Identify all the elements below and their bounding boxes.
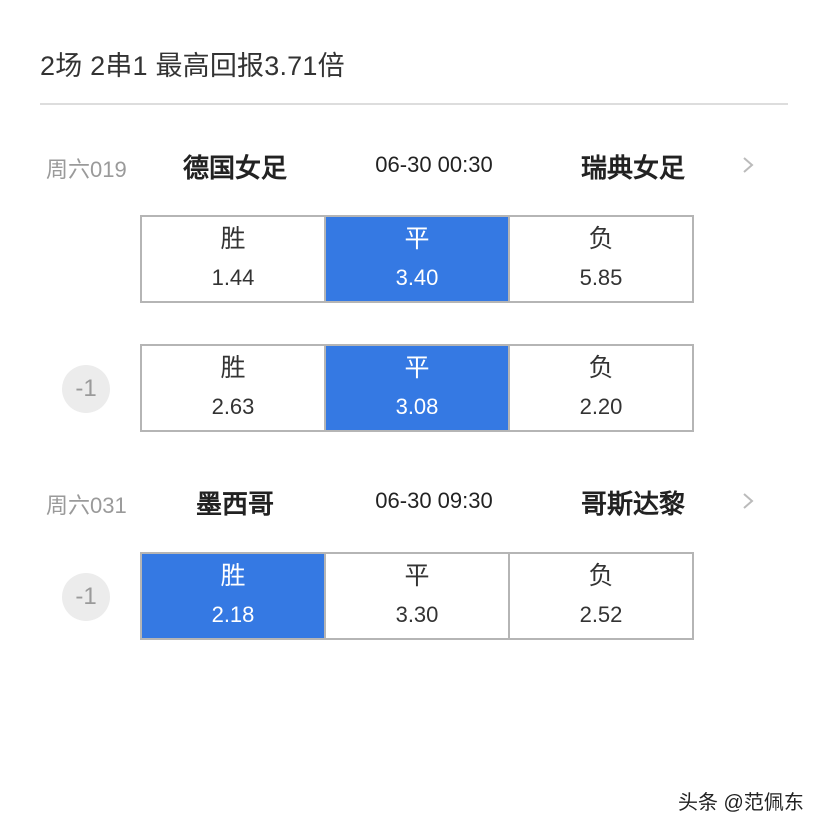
odds-option-win[interactable]: 胜 1.44 xyxy=(142,217,326,301)
odds-option-draw[interactable]: 平 3.08 xyxy=(326,346,510,430)
odds-value: 2.52 xyxy=(579,602,623,627)
odds-option-win[interactable]: 胜 2.63 xyxy=(142,346,326,430)
odds-table-handicap: 胜 2.63 平 3.08 负 2.20 xyxy=(140,344,694,432)
odds-value: 1.44 xyxy=(211,265,255,290)
match-time: 06-30 00:30 xyxy=(375,152,493,177)
match-id: 周六031 xyxy=(46,493,127,518)
odds-value: 2.63 xyxy=(211,394,255,419)
odds-option-draw[interactable]: 平 3.30 xyxy=(326,554,510,638)
odds-label: 平 xyxy=(404,354,430,382)
odds-value: 2.18 xyxy=(211,602,255,627)
watermark: 头条 @范佩东 xyxy=(678,792,804,814)
odds-option-lose[interactable]: 负 2.20 xyxy=(510,346,692,430)
odds-label: 胜 xyxy=(220,225,246,253)
match-id: 周六019 xyxy=(46,157,127,182)
odds-option-win[interactable]: 胜 2.18 xyxy=(142,554,326,638)
odds-option-draw[interactable]: 平 3.40 xyxy=(326,217,510,301)
odds-label: 负 xyxy=(588,354,614,382)
odds-label: 平 xyxy=(404,562,430,590)
handicap-badge: -1 xyxy=(62,365,110,413)
odds-value: 5.85 xyxy=(579,265,623,290)
odds-label: 平 xyxy=(404,225,430,253)
odds-value: 3.08 xyxy=(395,394,439,419)
odds-label: 胜 xyxy=(220,562,246,590)
odds-label: 负 xyxy=(588,562,614,590)
odds-value: 3.40 xyxy=(395,265,439,290)
odds-table-win-draw-lose: 胜 1.44 平 3.40 负 5.85 xyxy=(140,215,694,303)
odds-table-handicap: 胜 2.18 平 3.30 负 2.52 xyxy=(140,552,694,640)
divider xyxy=(40,103,788,105)
chevron-right-icon[interactable] xyxy=(736,150,760,180)
match-header[interactable]: 周六031 墨西哥 06-30 09:30 哥斯达黎 xyxy=(0,482,828,522)
odds-label: 负 xyxy=(588,225,614,253)
odds-option-lose[interactable]: 负 5.85 xyxy=(510,217,692,301)
home-team: 德国女足 xyxy=(182,153,287,183)
chevron-right-icon[interactable] xyxy=(736,486,760,516)
odds-option-lose[interactable]: 负 2.52 xyxy=(510,554,692,638)
bet-summary-title: 2场 2串1 最高回报3.71倍 xyxy=(40,51,345,81)
away-team: 哥斯达黎 xyxy=(580,489,685,519)
away-team: 瑞典女足 xyxy=(580,153,685,183)
odds-value: 2.20 xyxy=(579,394,623,419)
match-header[interactable]: 周六019 德国女足 06-30 00:30 瑞典女足 xyxy=(0,146,828,186)
odds-value: 3.30 xyxy=(395,602,439,627)
home-team: 墨西哥 xyxy=(195,489,274,519)
odds-label: 胜 xyxy=(220,354,246,382)
match-time: 06-30 09:30 xyxy=(375,488,493,513)
handicap-badge: -1 xyxy=(62,573,110,621)
